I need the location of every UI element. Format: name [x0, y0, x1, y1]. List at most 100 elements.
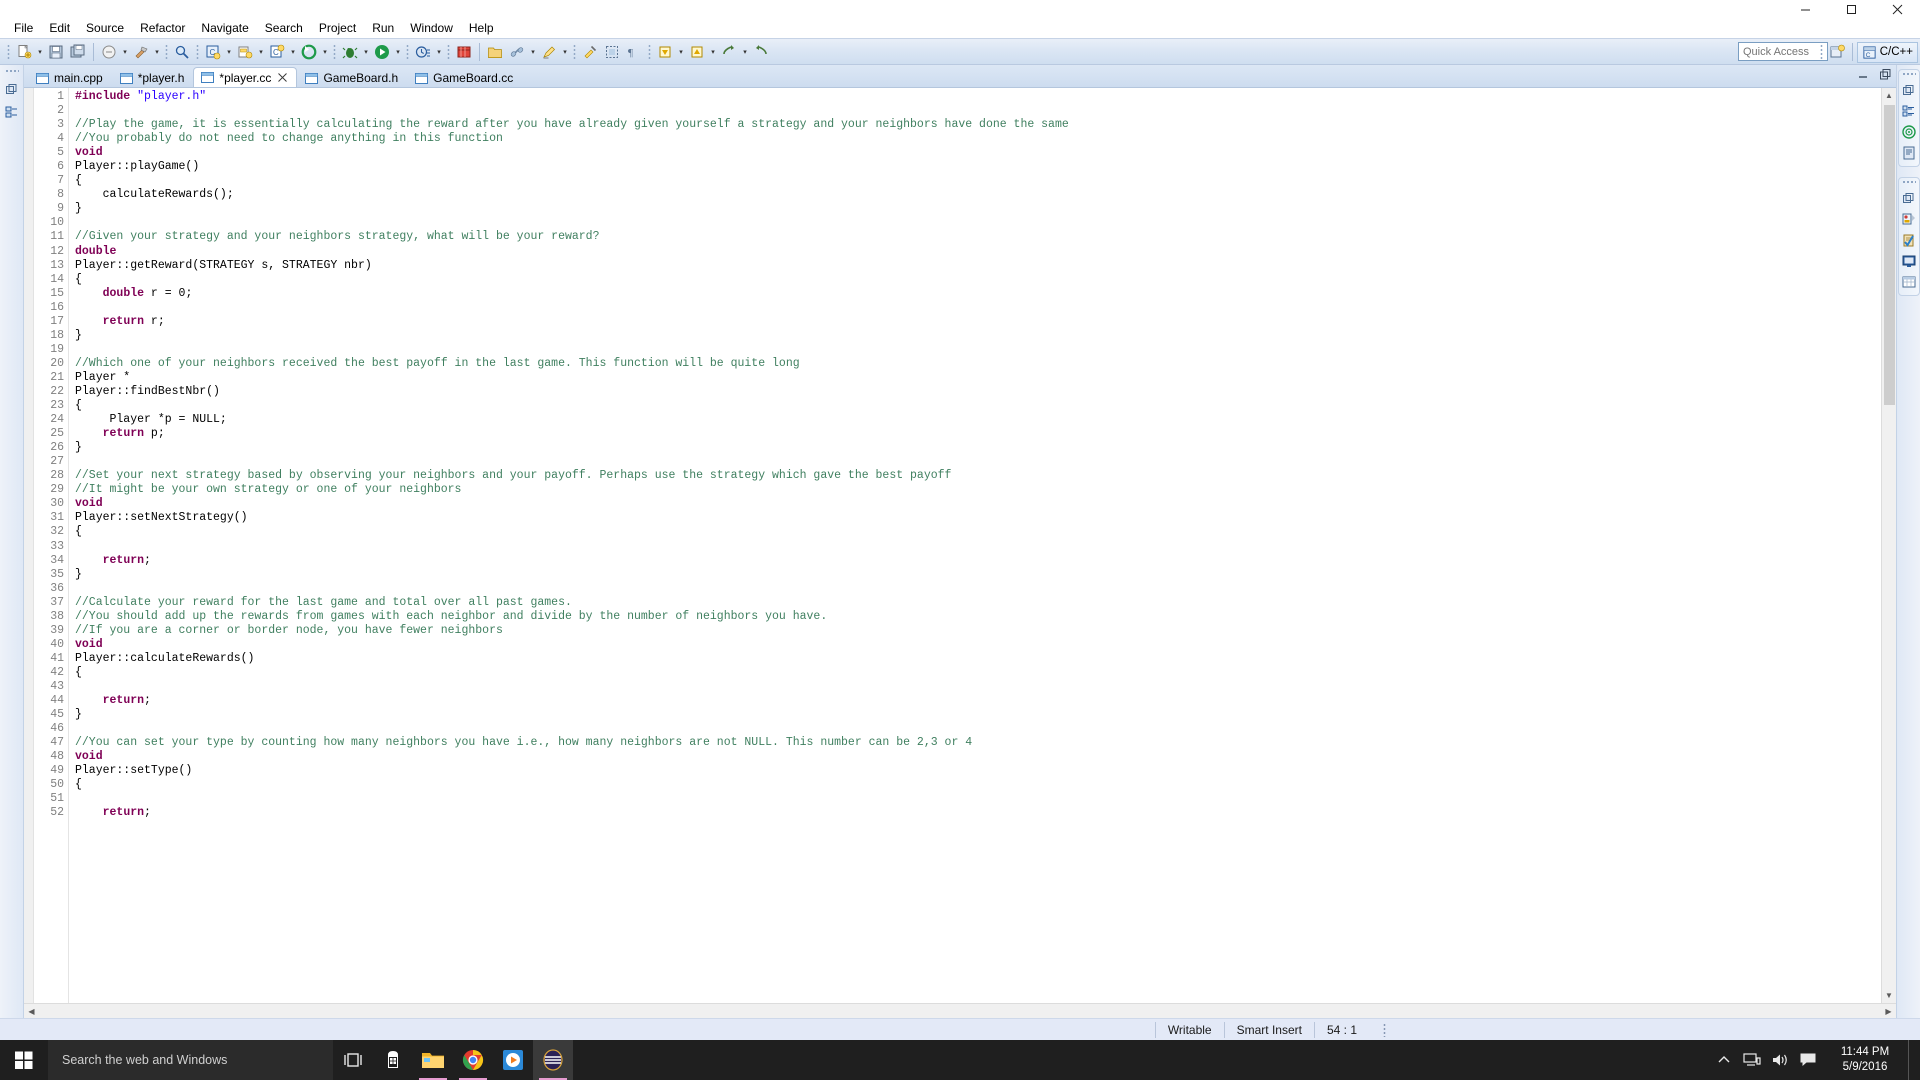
new-cpp-class-dropdown-icon[interactable]: ▾ [224, 41, 234, 63]
last-edit-location-icon[interactable] [579, 41, 601, 63]
debug-dropdown-icon[interactable]: ▾ [361, 41, 371, 63]
problems-view-icon[interactable] [1900, 210, 1918, 228]
menu-item-edit[interactable]: Edit [41, 19, 78, 37]
right-bar-drag-handle-1[interactable] [1901, 72, 1916, 76]
menu-item-help[interactable]: Help [461, 19, 502, 37]
toolbar-drag-handle[interactable] [7, 43, 10, 60]
scroll-right-icon[interactable]: ▶ [1881, 1004, 1896, 1019]
properties-view-icon[interactable] [1900, 273, 1918, 291]
forward-icon[interactable] [750, 41, 772, 63]
outline-view-icon[interactable] [1900, 102, 1918, 120]
new-source-file-icon[interactable] [234, 41, 256, 63]
menu-item-refactor[interactable]: Refactor [132, 19, 193, 37]
volume-icon[interactable] [1766, 1040, 1794, 1080]
menu-item-search[interactable]: Search [257, 19, 311, 37]
build-dropdown-icon[interactable]: ▾ [152, 41, 162, 63]
show-whitespace-icon[interactable]: ¶ [623, 41, 645, 63]
editor-tab-gameboard-h[interactable]: GameBoard.h [297, 67, 407, 88]
editor-tab-main-cpp[interactable]: main.cpp [28, 67, 112, 88]
editor-tab-player-cc[interactable]: *player.cc [193, 67, 298, 88]
menu-item-project[interactable]: Project [311, 19, 364, 37]
new-folder-icon[interactable] [484, 41, 506, 63]
next-annotation-icon[interactable] [686, 41, 708, 63]
previous-annotation-dropdown-icon[interactable]: ▾ [676, 41, 686, 63]
console-view-icon[interactable] [1900, 252, 1918, 270]
restore-right-view-icon[interactable] [1900, 81, 1918, 99]
scroll-down-icon[interactable]: ▼ [1881, 988, 1896, 1003]
project-explorer-icon[interactable] [3, 103, 21, 121]
build-hammer-icon[interactable] [130, 41, 152, 63]
toolbar-drag-handle-8[interactable] [648, 43, 651, 60]
show-hidden-icons-icon[interactable] [1710, 1040, 1738, 1080]
link-dropdown-icon[interactable]: ▾ [528, 41, 538, 63]
editor-horizontal-scrollbar[interactable]: ◀ ▶ [24, 1003, 1896, 1018]
print-dropdown-icon[interactable]: ▾ [120, 41, 130, 63]
left-bar-drag-handle[interactable] [4, 69, 19, 73]
menu-item-window[interactable]: Window [402, 19, 461, 37]
task-list-view-icon[interactable] [1900, 144, 1918, 162]
menu-item-file[interactable]: File [6, 19, 41, 37]
run-play-icon[interactable] [371, 41, 393, 63]
menu-item-run[interactable]: Run [364, 19, 402, 37]
window-close-button[interactable] [1874, 0, 1920, 18]
new-source-file-dropdown-icon[interactable]: ▾ [256, 41, 266, 63]
scroll-left-icon[interactable]: ◀ [24, 1004, 39, 1019]
maximize-editor-icon[interactable] [1878, 67, 1892, 81]
history-dropdown-icon[interactable]: ▾ [434, 41, 444, 63]
new-cpp-class-icon[interactable]: C [202, 41, 224, 63]
save-icon[interactable] [45, 41, 67, 63]
code-editor[interactable]: 1 2 3 4 5 6 7 8 9 10 11 12 13 14 15 16 17 18 19 20 21 22 23 24 2… [24, 87, 1896, 1003]
save-all-icon[interactable] [67, 41, 89, 63]
toolbar-drag-handle-6[interactable] [447, 43, 450, 60]
debug-bug-icon[interactable] [339, 41, 361, 63]
new-header-file-dropdown-icon[interactable]: ▾ [288, 41, 298, 63]
toolbar-drag-handle-5[interactable] [406, 43, 409, 60]
new-file-icon[interactable] [13, 41, 35, 63]
restore-right-view-icon-2[interactable] [1900, 189, 1918, 207]
toolbar-drag-handle-7[interactable] [573, 43, 576, 60]
back-dropdown-icon[interactable]: ▾ [740, 41, 750, 63]
toolbar-drag-handle-4[interactable] [333, 43, 336, 60]
highlight-dropdown-icon[interactable]: ▾ [560, 41, 570, 63]
open-type-icon[interactable] [453, 41, 475, 63]
store-icon[interactable] [373, 1040, 413, 1080]
close-icon[interactable] [276, 72, 288, 84]
annotation-ruler[interactable] [24, 88, 34, 1003]
resume-dropdown-icon[interactable]: ▾ [320, 41, 330, 63]
back-icon[interactable] [718, 41, 740, 63]
open-perspective-icon[interactable] [1826, 41, 1848, 63]
search-icon[interactable] [171, 41, 193, 63]
editor-vertical-scrollbar[interactable]: ▲ ▼ [1881, 88, 1896, 1003]
perspective-drag-handle[interactable] [1819, 44, 1823, 60]
taskbar-search-box[interactable]: Search the web and Windows [48, 1040, 333, 1080]
media-player-icon[interactable] [493, 1040, 533, 1080]
taskbar-clock[interactable]: 11:44 PM 5/9/2016 [1822, 1045, 1908, 1075]
window-minimize-button[interactable] [1782, 0, 1828, 18]
task-view-icon[interactable] [333, 1040, 373, 1080]
new-header-file-icon[interactable]: C [266, 41, 288, 63]
previous-annotation-icon[interactable] [654, 41, 676, 63]
perspective-cpp-button[interactable]: C C/C++ [1856, 41, 1918, 63]
show-desktop-button[interactable] [1908, 1040, 1916, 1080]
quick-access-input[interactable] [1738, 42, 1828, 61]
tasks-view-icon[interactable] [1900, 231, 1918, 249]
target-view-icon[interactable] [1900, 123, 1918, 141]
print-icon[interactable] [98, 41, 120, 63]
scroll-up-icon[interactable]: ▲ [1881, 88, 1896, 103]
next-annotation-dropdown-icon[interactable]: ▾ [708, 41, 718, 63]
link-icon[interactable] [506, 41, 528, 63]
chrome-icon[interactable] [453, 1040, 493, 1080]
restore-left-view-icon[interactable] [3, 80, 21, 98]
new-file-dropdown-icon[interactable]: ▾ [35, 41, 45, 63]
menu-item-source[interactable]: Source [78, 19, 132, 37]
vertical-scroll-thumb[interactable] [1883, 105, 1895, 405]
window-maximize-button[interactable] [1828, 0, 1874, 18]
right-bar-drag-handle-2[interactable] [1901, 180, 1916, 184]
file-explorer-icon[interactable] [413, 1040, 453, 1080]
code-text[interactable]: #include "player.h" //Play the game, it … [69, 88, 1881, 1003]
run-dropdown-icon[interactable]: ▾ [393, 41, 403, 63]
highlight-marker-icon[interactable] [538, 41, 560, 63]
minimize-editor-icon[interactable] [1856, 67, 1870, 81]
action-center-icon[interactable] [1794, 1040, 1822, 1080]
status-bar-resize-handle[interactable] [1383, 1022, 1386, 1037]
